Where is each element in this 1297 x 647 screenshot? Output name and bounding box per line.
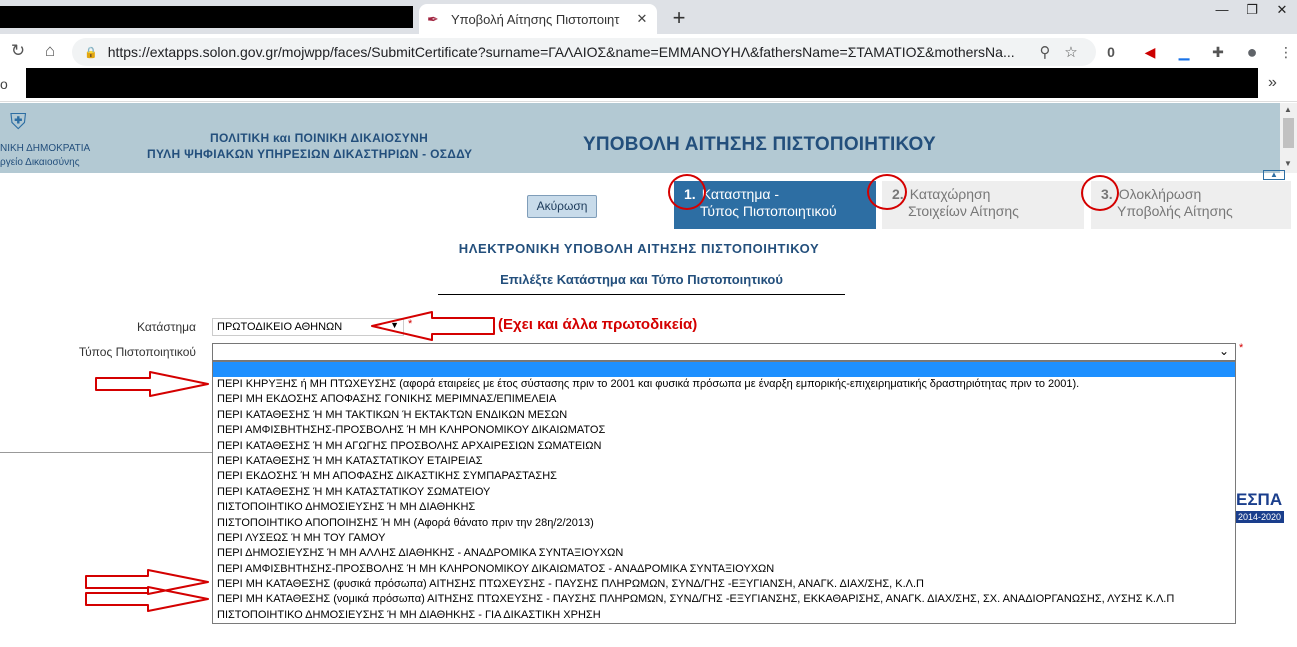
annotation-arrow-option-15: [85, 586, 209, 612]
annotation-arrow-option-1: [95, 371, 209, 397]
annotation-arrow-store: [371, 311, 495, 341]
annotation-arrows: [85, 311, 495, 612]
